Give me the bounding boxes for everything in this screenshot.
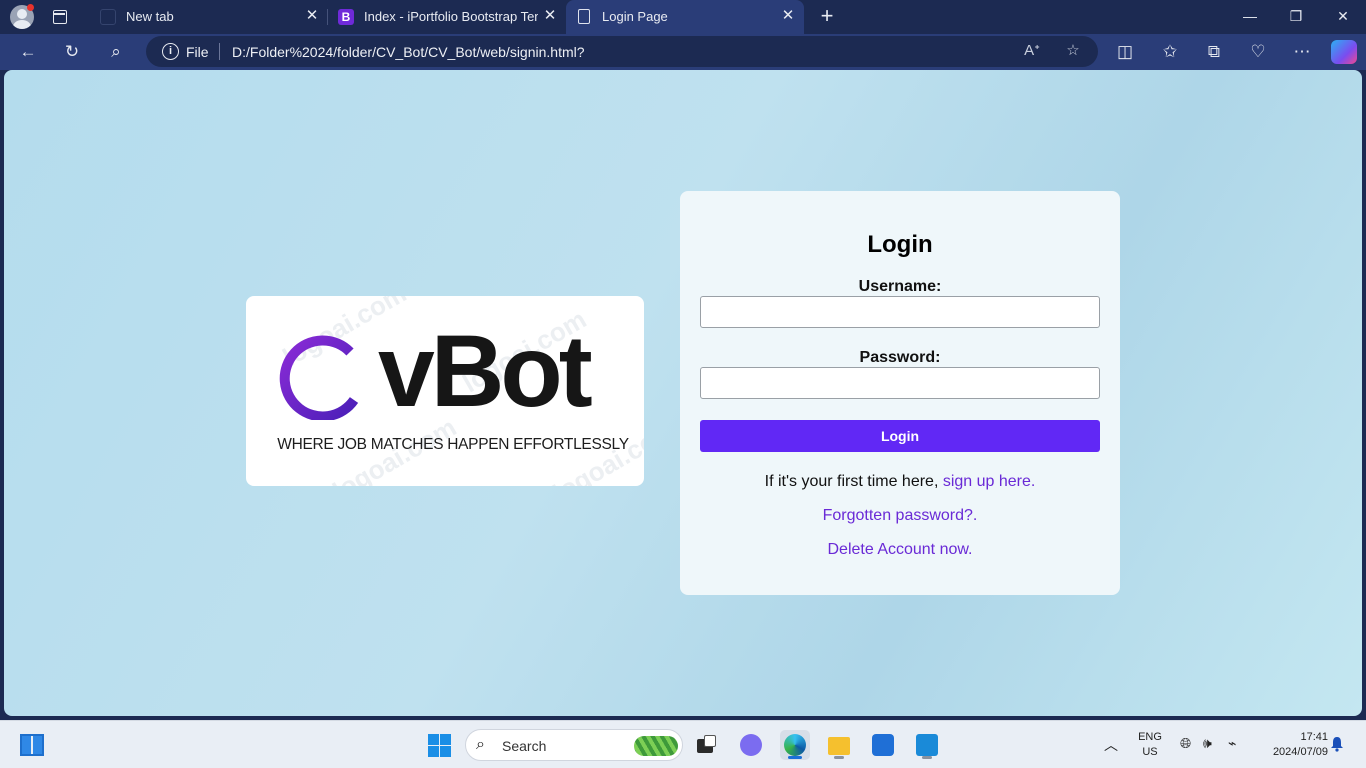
clock-time: 17:41 xyxy=(1300,731,1328,743)
delete-account-period: . xyxy=(968,541,973,558)
address-url[interactable]: D:/Folder%2024/folder/CV_Bot/CV_Bot/web/… xyxy=(232,44,585,60)
search-icon: ⌕ xyxy=(476,736,485,753)
new-tab-plus-icon[interactable]: + xyxy=(816,5,838,27)
language-indicator[interactable]: ENG US xyxy=(1134,730,1166,760)
browser-essentials-icon[interactable]: ♡ xyxy=(1246,40,1270,64)
running-indicator xyxy=(834,756,844,759)
vscode-icon[interactable] xyxy=(912,730,942,760)
taskbar-search-box[interactable]: ⌕ Search xyxy=(465,729,683,761)
split-screen-icon[interactable]: ◫ xyxy=(1113,40,1137,64)
profile-notification-dot xyxy=(27,4,34,11)
refresh-icon[interactable]: ↻ xyxy=(60,40,84,64)
search-placeholder: Search xyxy=(502,738,547,754)
forgot-password-period: . xyxy=(972,507,978,524)
favorites-icon[interactable]: ✩ xyxy=(1158,40,1182,64)
network-globe-icon[interactable]: 🌐︎ xyxy=(1180,735,1191,752)
read-aloud-icon[interactable]: Aᐩ xyxy=(1022,41,1042,61)
address-divider xyxy=(219,43,220,60)
tab-title: New tab xyxy=(126,9,174,24)
file-explorer-icon[interactable] xyxy=(824,730,854,760)
tab-login-page[interactable]: Login Page ✕ xyxy=(566,0,804,34)
tab-title: Index - iPortfolio Bootstrap Template xyxy=(364,9,538,24)
logo-tagline: WHERE JOB MATCHES HAPPEN EFFORTLESSLY xyxy=(277,436,629,453)
address-bar[interactable]: i File D:/Folder%2024/folder/CV_Bot/CV_B… xyxy=(146,36,1098,67)
tab-iportfolio[interactable]: B Index - iPortfolio Bootstrap Template … xyxy=(328,0,564,34)
sign-up-period: . xyxy=(1030,473,1036,490)
region-code: US xyxy=(1142,746,1158,758)
login-heading: Login xyxy=(867,231,933,258)
collections-icon[interactable]: ⧉ xyxy=(1202,40,1226,64)
more-menu-icon[interactable]: ⋯ xyxy=(1290,40,1314,64)
tab-actions-icon[interactable] xyxy=(50,7,70,27)
page-viewport: logoai.com logoai.com logoai.com logoai.… xyxy=(4,70,1362,716)
bootstrap-favicon-icon: B xyxy=(338,9,354,25)
forgot-password-link[interactable]: Forgotten password? xyxy=(823,507,973,524)
copilot-icon[interactable] xyxy=(1331,40,1357,64)
site-info-icon[interactable]: i xyxy=(162,43,179,60)
clock-date: 2024/07/09 xyxy=(1272,746,1328,758)
logo-c-ring-icon xyxy=(279,335,359,420)
delete-account-line: Delete Account now. xyxy=(680,541,1120,559)
volume-icon[interactable]: 🕪︎ xyxy=(1203,735,1212,752)
browser-toolbar: ← ↻ ⌕ i File D:/Folder%2024/folder/CV_Bo… xyxy=(0,34,1366,70)
search-icon[interactable]: ⌕ xyxy=(104,40,128,64)
address-scheme: File xyxy=(186,44,209,60)
task-view-icon[interactable] xyxy=(692,730,722,760)
close-tab-icon[interactable]: ✕ xyxy=(304,8,320,24)
restore-icon[interactable]: ❐ xyxy=(1286,6,1306,26)
windows-taskbar: ⌕ Search ︿ ENG US 🌐︎ 🕪︎ ⌁ 17:41 2024/07/… xyxy=(0,720,1366,768)
username-input[interactable] xyxy=(700,296,1100,328)
first-time-line: If it's your first time here, sign up he… xyxy=(680,473,1120,491)
language-code: ENG xyxy=(1138,731,1162,743)
favorite-star-icon[interactable]: ☆ xyxy=(1063,41,1083,61)
login-form-card: Login Username: Password: Login If it's … xyxy=(680,191,1120,595)
new-tab-favicon-icon xyxy=(100,9,116,25)
teams-chat-icon[interactable] xyxy=(736,730,766,760)
close-tab-icon[interactable]: ✕ xyxy=(542,8,558,24)
tab-title: Login Page xyxy=(602,9,668,24)
notification-bell-icon[interactable] xyxy=(1330,736,1344,752)
search-highlight-image xyxy=(634,736,678,756)
cvbot-logo-card: logoai.com logoai.com logoai.com logoai.… xyxy=(246,296,644,486)
username-label: Username: xyxy=(858,278,942,295)
window-close-icon[interactable]: ✕ xyxy=(1333,6,1353,26)
start-windows-icon[interactable] xyxy=(428,734,451,757)
sign-up-link[interactable]: sign up here xyxy=(943,473,1031,490)
show-hidden-icons-chevron-icon[interactable]: ︿ xyxy=(1104,735,1118,755)
edge-browser-icon[interactable] xyxy=(780,730,810,760)
close-tab-icon[interactable]: ✕ xyxy=(780,8,796,24)
password-input[interactable] xyxy=(700,367,1100,399)
widgets-icon[interactable] xyxy=(20,734,44,756)
minimize-icon[interactable]: — xyxy=(1240,6,1260,26)
password-label: Password: xyxy=(859,349,941,366)
running-indicator xyxy=(922,756,932,759)
battery-charging-icon[interactable]: ⌁ xyxy=(1228,735,1236,752)
browser-tab-bar: New tab ✕ B Index - iPortfolio Bootstrap… xyxy=(0,0,1366,34)
clock[interactable]: 17:41 2024/07/09 xyxy=(1258,730,1328,760)
page-favicon-icon xyxy=(578,9,590,24)
microsoft-store-icon[interactable] xyxy=(868,730,898,760)
tab-new-tab[interactable]: New tab ✕ xyxy=(90,0,326,34)
back-arrow-icon[interactable]: ← xyxy=(16,40,40,64)
active-indicator xyxy=(788,756,802,759)
login-button[interactable]: Login xyxy=(700,420,1100,452)
forgot-password-line: Forgotten password?. xyxy=(680,507,1120,525)
logo-wordmark: vBot xyxy=(378,314,593,428)
delete-account-link[interactable]: Delete Account now xyxy=(828,541,969,558)
first-time-text: If it's your first time here, xyxy=(764,473,943,490)
